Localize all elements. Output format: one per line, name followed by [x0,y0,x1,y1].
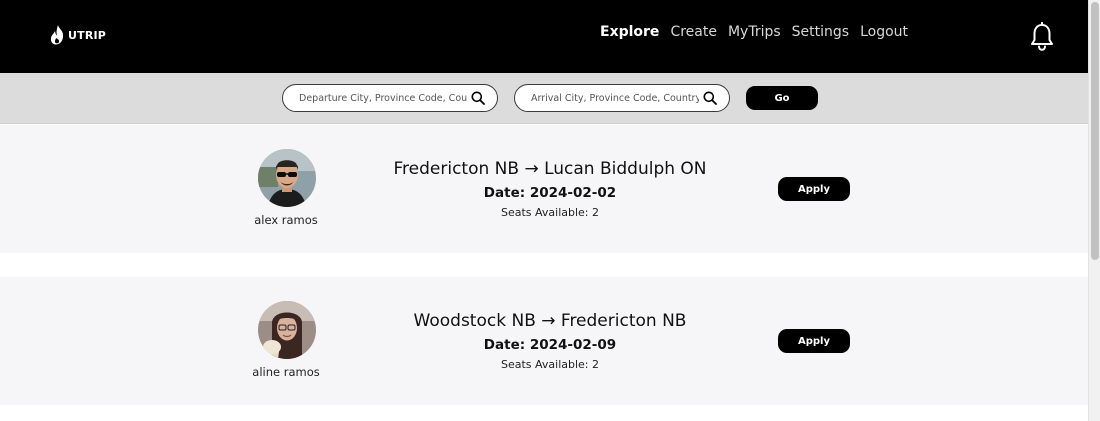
nav-logout[interactable]: Logout [860,22,908,42]
brand-logo[interactable]: UTRIP [50,25,106,45]
driver-name: alex ramos [254,213,318,227]
driver-avatar[interactable] [258,301,316,359]
arrival-input[interactable] [531,92,699,104]
search-icon[interactable] [703,91,717,105]
apply-button[interactable]: Apply [778,329,850,353]
trip-route: Fredericton NB → Lucan Biddulph ON [393,159,707,179]
trip-card: aline ramos Woodstock NB → Fredericton N… [0,277,1088,405]
app-window: UTRIP Explore Create MyTrips Settings Lo… [0,0,1100,421]
trip-route: Woodstock NB → Fredericton NB [413,311,687,331]
main-nav: Explore Create MyTrips Settings Logout [600,22,908,42]
top-navbar: UTRIP Explore Create MyTrips Settings Lo… [0,0,1088,73]
driver-name: aline ramos [252,365,320,379]
nav-mytrips[interactable]: MyTrips [728,22,781,42]
scrollbar-thumb[interactable] [1091,2,1099,260]
search-icon[interactable] [471,91,485,105]
page-content: UTRIP Explore Create MyTrips Settings Lo… [0,0,1088,421]
departure-input[interactable] [299,92,467,104]
driver-avatar[interactable] [258,149,316,207]
avatar-photo [258,301,316,359]
seats-available: Seats Available: 2 [500,206,600,219]
bell-icon[interactable] [1029,22,1055,52]
trip-date: Date: 2024-02-02 [483,185,617,201]
arrival-search-field[interactable] [514,84,730,112]
departure-search-field[interactable] [282,84,498,112]
nav-explore[interactable]: Explore [600,22,659,42]
nav-create[interactable]: Create [670,22,717,42]
apply-button[interactable]: Apply [778,177,850,201]
trip-card: alex ramos Fredericton NB → Lucan Biddul… [0,125,1088,253]
search-bar: Go [0,73,1088,124]
go-button[interactable]: Go [746,86,818,110]
seats-available: Seats Available: 2 [500,358,600,371]
flame-logo-icon [50,25,64,45]
brand-name: UTRIP [68,28,107,42]
avatar-photo [258,149,316,207]
nav-settings[interactable]: Settings [792,22,849,42]
trip-date: Date: 2024-02-09 [483,337,617,353]
vertical-scrollbar[interactable] [1088,0,1100,421]
